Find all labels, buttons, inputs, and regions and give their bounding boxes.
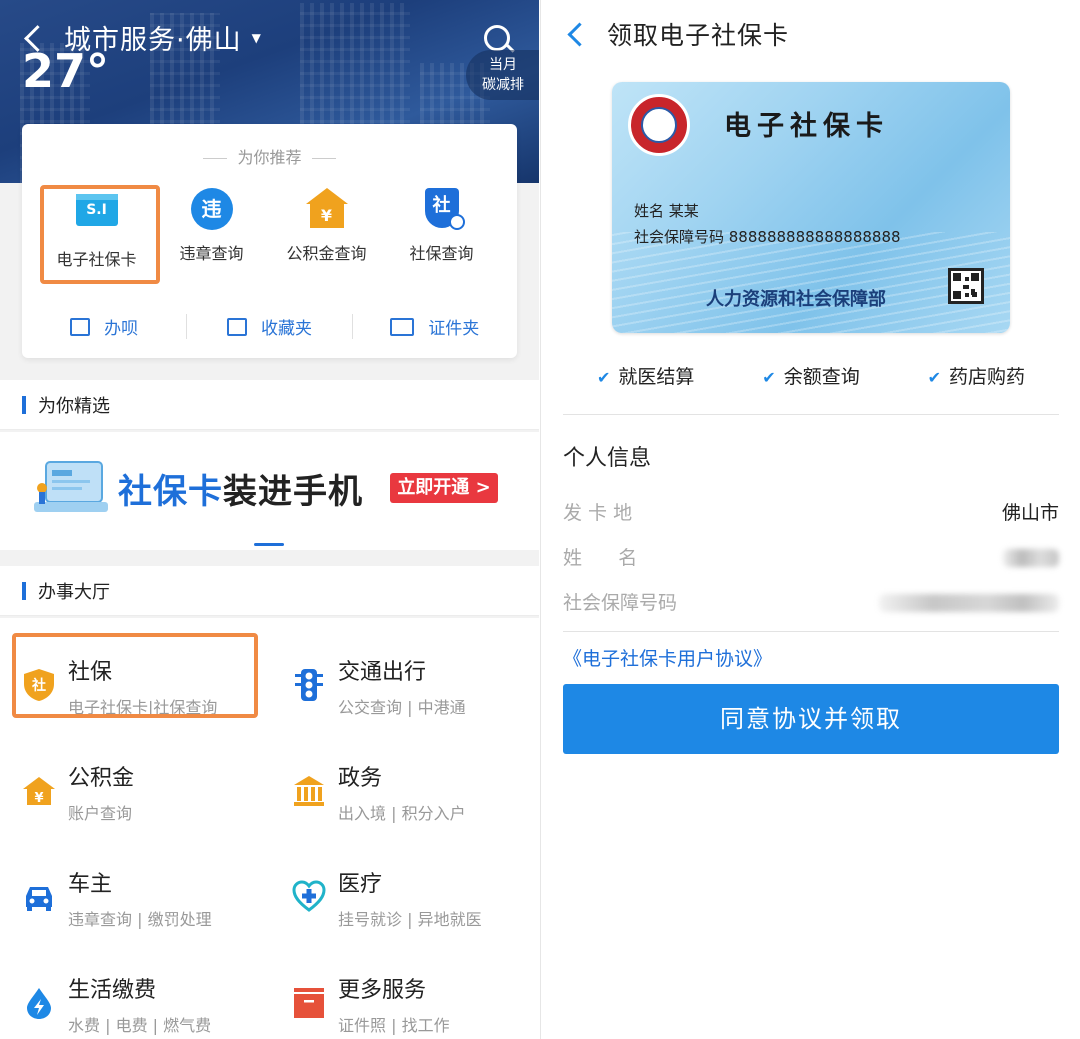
info-label: 姓 名	[563, 547, 638, 569]
section-featured: 为你精选	[0, 380, 539, 430]
feature-item: ✔ 就医结算	[596, 366, 695, 388]
card-title: 电子社保卡	[724, 111, 889, 142]
service-title: 政务	[338, 766, 383, 791]
banner-headline: 社保卡装进手机	[118, 472, 363, 512]
temperature: 27°	[22, 44, 110, 98]
section-service-hall: 办事大厅	[0, 566, 539, 616]
violation-icon: 违	[190, 188, 233, 230]
info-label: 社会保障号码	[563, 592, 678, 614]
recommend-label: 社保查询	[409, 244, 474, 263]
service-title: 交通出行	[338, 660, 427, 685]
service-traffic[interactable]: 交通出行 公交查询 | 中港通	[270, 642, 530, 742]
check-icon: ✔	[927, 368, 942, 387]
check-icon	[448, 214, 465, 230]
folder-icon	[226, 317, 247, 336]
housing-fund-icon: ¥	[23, 777, 55, 806]
housing-fund-icon: ¥	[305, 188, 348, 230]
carousel-indicator	[254, 543, 284, 546]
recommend-item-violation[interactable]: 违 违章查询	[154, 188, 269, 264]
back-icon[interactable]	[565, 20, 587, 48]
highlight-frame	[40, 185, 160, 284]
claim-social-card-screen: 领取电子社保卡 电子社保卡 姓名 某某 社会保障号码 8888888888888…	[540, 0, 1080, 1039]
service-subtitle: 挂号就诊 | 异地就医	[338, 910, 482, 929]
service-subtitle: 证件照 | 找工作	[338, 1016, 450, 1035]
service-title: 生活缴费	[68, 978, 157, 1003]
check-icon: ✔	[596, 368, 611, 387]
service-subtitle: 出入境 | 积分入户	[338, 804, 466, 823]
card-name: 姓名 某某	[634, 202, 699, 220]
redacted-value	[879, 594, 1059, 612]
chevron-down-icon[interactable]: ▼	[252, 31, 261, 45]
service-title: 公积金	[68, 766, 135, 791]
city-services-screen: 城市服务·佛山 ▼ 27° 当月 碳减排 为你推荐 S.I 电子社保卡 违 违章…	[0, 0, 539, 1039]
open-now-button[interactable]: 立即开通 >	[390, 473, 498, 503]
section-title: 为你精选	[38, 395, 110, 417]
service-housing-fund[interactable]: ¥ 公积金 账户查询	[0, 748, 260, 848]
service-medical[interactable]: 医疗 挂号就诊 | 异地就医	[270, 854, 530, 954]
medical-heart-icon	[292, 880, 326, 912]
check-icon: ✔	[762, 368, 776, 387]
carbon-line2: 碳减排	[482, 77, 524, 93]
info-label: 发 卡 地	[563, 502, 633, 524]
quick-links: 办呗 收藏夹 证件夹	[22, 314, 517, 339]
car-icon	[26, 887, 52, 911]
card-issuer: 人力资源和社会保障部	[706, 289, 886, 310]
service-car-owner[interactable]: 车主 违章查询 | 缴罚处理	[0, 854, 260, 954]
divider	[563, 414, 1059, 415]
link-banbei[interactable]: 办呗	[22, 314, 186, 339]
recommend-label: 违章查询	[179, 244, 244, 263]
recommend-item-social-query[interactable]: 社 社保查询	[384, 188, 499, 264]
feature-item: ✔ 药店购药	[927, 366, 1026, 388]
id-card-icon	[390, 317, 415, 336]
task-icon	[70, 317, 91, 336]
card-features: ✔ 就医结算 ✔ 余额查询 ✔ 药店购药	[563, 362, 1059, 389]
link-id-wallet[interactable]: 证件夹	[351, 314, 517, 339]
qr-code-icon	[948, 268, 984, 304]
user-agreement-link[interactable]: 《电子社保卡用户协议》	[563, 644, 772, 671]
carbon-line1: 当月	[489, 57, 517, 73]
link-favorites[interactable]: 收藏夹	[186, 314, 351, 339]
social-security-logo-icon	[628, 94, 690, 156]
divider	[563, 631, 1059, 632]
carbon-reduction-button[interactable]: 当月 碳减排	[466, 50, 539, 100]
recommend-item-housing-fund[interactable]: ¥ 公积金查询	[269, 188, 384, 264]
social-security-card: 电子社保卡 姓名 某某 社会保障号码 888888888888888888 人力…	[612, 82, 1010, 333]
recommend-label: 公积金查询	[286, 244, 367, 263]
service-title: 医疗	[338, 872, 383, 897]
service-subtitle: 账户查询	[68, 804, 133, 823]
personal-info-heading: 个人信息	[563, 446, 652, 471]
government-building-icon	[294, 776, 324, 806]
info-row-issue-place: 发 卡 地 佛山市	[563, 498, 1059, 525]
info-row-name: 姓 名	[563, 543, 1059, 570]
service-title: 更多服务	[338, 978, 427, 1003]
service-subtitle: 公交查询 | 中港通	[338, 698, 466, 717]
info-row-ssn: 社会保障号码	[563, 588, 1059, 615]
section-title: 办事大厅	[38, 581, 110, 603]
service-subtitle: 违章查询 | 缴罚处理	[68, 910, 212, 929]
search-icon[interactable]	[484, 25, 510, 51]
feature-item: ✔ 余额查询	[762, 366, 860, 388]
service-government[interactable]: 政务 出入境 | 积分入户	[270, 748, 530, 848]
service-title: 车主	[68, 872, 113, 897]
service-subtitle: 水费 | 电费 | 燃气费	[68, 1016, 212, 1035]
water-drop-icon	[27, 988, 51, 1019]
page-title: 领取电子社保卡	[607, 21, 790, 50]
highlight-frame	[12, 633, 258, 718]
social-shield-icon: 社	[421, 188, 465, 230]
agree-and-claim-button[interactable]: 同意协议并领取	[563, 684, 1059, 754]
recommend-title: 为你推荐	[22, 144, 517, 168]
card-number: 社会保障号码 888888888888888888	[634, 228, 901, 246]
svg-text:¥: ¥	[34, 791, 43, 806]
phone-card-illustration-icon	[34, 461, 108, 512]
service-more[interactable]: 更多服务 证件照 | 找工作	[270, 960, 530, 1039]
service-utilities[interactable]: 生活缴费 水费 | 电费 | 燃气费	[0, 960, 260, 1039]
info-value: 佛山市	[1001, 502, 1059, 524]
traffic-light-icon	[295, 669, 323, 701]
more-services-icon	[294, 988, 324, 1018]
promo-banner[interactable]: 社保卡装进手机 立即开通 >	[0, 432, 539, 550]
redacted-value	[1003, 549, 1059, 567]
